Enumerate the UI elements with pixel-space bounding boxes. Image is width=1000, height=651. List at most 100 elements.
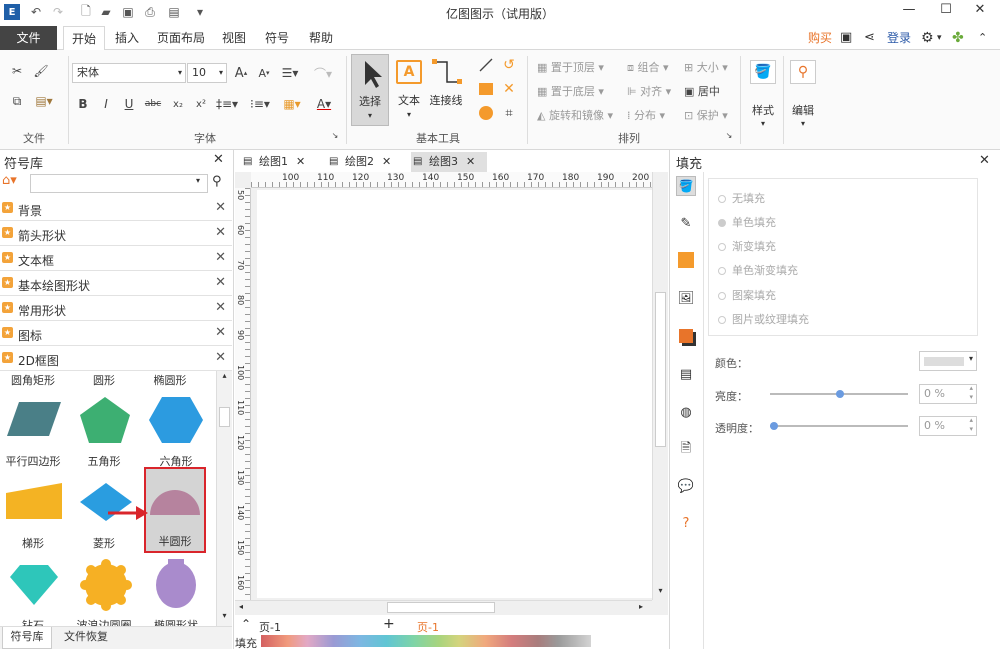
menu-home[interactable]: 开始 [63, 26, 106, 51]
brightness-slider-handle[interactable] [836, 390, 844, 398]
distribute-button[interactable]: ⁞ 分布 ▾ [627, 107, 665, 123]
close-icon[interactable]: ✕ [215, 300, 226, 315]
page-up-icon[interactable]: ⌃ [241, 617, 251, 631]
library-item-icons[interactable]: ★ 图标 ✕ [0, 322, 232, 346]
fill-option-texture[interactable]: 图片或纹理填充 [718, 311, 809, 327]
menu-help[interactable]: 帮助 [309, 26, 333, 50]
center-button[interactable]: ▣ 居中 [684, 83, 720, 99]
line-spacing-icon[interactable]: ⌒▾ [310, 63, 336, 83]
scroll-left-icon[interactable]: ◂ [239, 602, 243, 611]
bold-icon[interactable]: B [76, 95, 90, 113]
cross-tool-icon[interactable]: ✕ [500, 80, 518, 98]
curve-tool-icon[interactable]: ↺ [500, 56, 518, 74]
rotate-mirror-button[interactable]: ◭ 旋转和镜像 ▾ [537, 107, 613, 123]
bullet-list-icon[interactable]: ⁝≡▾ [248, 95, 272, 113]
menu-view[interactable]: 视图 [222, 26, 246, 50]
close-window-button[interactable]: ✕ [966, 2, 994, 22]
copy-icon[interactable]: ⧉ [8, 92, 26, 110]
close-fill-panel-icon[interactable]: ✕ [979, 153, 990, 168]
text-direction-icon[interactable]: ‡≡▾ [216, 95, 238, 113]
image-tab-icon[interactable]: 🖼 [676, 288, 696, 308]
connector-tool-button[interactable]: 连接线 [427, 54, 465, 126]
paste-icon[interactable]: ▤▾ [32, 92, 56, 110]
shape-hexagon[interactable] [148, 395, 204, 445]
canvas-vscroll-thumb[interactable] [655, 292, 666, 447]
shape-trapezoid[interactable] [4, 481, 64, 523]
fill-option-none[interactable]: 无填充 [718, 190, 765, 206]
protect-button[interactable]: ⊡ 保护 ▾ [684, 107, 728, 123]
canvas-hscrollbar[interactable]: ◂ ▸ [235, 600, 652, 614]
library-item-2d-blocks[interactable]: ★ 2D框图 ✕ [0, 347, 232, 371]
tab-symbol-library[interactable]: 符号库 [2, 627, 52, 649]
scroll-down-icon[interactable]: ▾ [217, 611, 232, 625]
shrink-font-icon[interactable]: A ▾ [255, 63, 273, 83]
close-icon[interactable]: ✕ [215, 350, 226, 365]
spinner-icon[interactable]: ▴ ▾ [969, 384, 973, 402]
tab-drawing3[interactable]: ▤ 绘图3 ✕ [411, 152, 488, 172]
shape-wavy-circle[interactable] [80, 559, 132, 611]
ellipse-tool-icon[interactable] [477, 104, 495, 122]
send-to-back-button[interactable]: ▦ 置于底层 ▾ [537, 83, 604, 99]
color-picker[interactable]: ▾ [919, 351, 977, 371]
page-properties-tab-icon[interactable]: ▤ [676, 364, 696, 384]
add-page-icon[interactable]: + [383, 616, 395, 632]
grow-font-icon[interactable]: A ▴ [232, 63, 250, 83]
close-icon[interactable]: ✕ [215, 250, 226, 265]
share-icon[interactable]: ⋖ [864, 26, 875, 50]
bring-to-front-button[interactable]: ▦ 置于顶层 ▾ [537, 59, 604, 75]
close-icon[interactable]: ✕ [215, 200, 226, 215]
maximize-button[interactable]: ☐ [932, 2, 960, 22]
fill-option-solid[interactable]: 单色填充 [718, 214, 776, 230]
login-link[interactable]: 登录 [887, 26, 911, 50]
align-text-icon[interactable]: ☰▾ [280, 63, 300, 83]
fill-tab-icon[interactable]: 🪣 [676, 176, 696, 196]
close-icon[interactable]: ✕ [382, 155, 391, 168]
menu-symbol[interactable]: 符号 [265, 26, 289, 50]
align-button[interactable]: ⊫ 对齐 ▾ [627, 83, 671, 99]
shape-parallelogram[interactable] [5, 398, 63, 442]
format-painter-icon[interactable]: 🖌 [32, 62, 50, 80]
style-button[interactable]: 🪣 样式 ▾ [746, 56, 780, 132]
spinner-icon[interactable]: ▴ ▾ [969, 416, 973, 434]
strikethrough-icon[interactable]: abc [144, 95, 162, 113]
globe-tab-icon[interactable]: ◍ [676, 402, 696, 422]
library-home-icon[interactable]: ⌂▾ [2, 173, 26, 193]
crop-tool-icon[interactable]: ⌗ [500, 104, 518, 122]
canvas-hscroll-thumb[interactable] [387, 602, 495, 613]
scroll-right-icon[interactable]: ▸ [639, 602, 643, 611]
select-tool-button[interactable]: 选择 ▾ [351, 54, 389, 126]
ribbon-collapse-icon[interactable]: ⌃ [978, 26, 987, 50]
underline-icon[interactable]: U [122, 95, 136, 113]
color-block-tab-icon[interactable] [676, 250, 696, 270]
library-item-background[interactable]: ★ 背景 ✕ [0, 197, 232, 221]
highlight-color-icon[interactable]: ▦▾ [280, 95, 304, 113]
library-scrollbar[interactable]: ▴ ▾ [216, 371, 232, 626]
superscript-icon[interactable]: x² [193, 95, 209, 113]
scroll-up-icon[interactable]: ▴ [217, 371, 232, 385]
brightness-input[interactable]: 0 % ▴ ▾ [919, 384, 977, 404]
fill-option-gradient[interactable]: 渐变填充 [718, 238, 776, 254]
cut-icon[interactable]: ✂ [8, 62, 26, 80]
canvas-vscrollbar[interactable]: ▾ [652, 172, 668, 600]
close-icon[interactable]: ✕ [296, 155, 305, 168]
line-tool-icon[interactable] [477, 56, 495, 74]
text-tool-button[interactable]: A 文本 ▾ [393, 54, 425, 126]
close-library-icon[interactable]: ✕ [213, 152, 224, 167]
shape-semicircle-selected[interactable]: 半圆形 [144, 467, 206, 553]
library-item-textbox[interactable]: ★ 文本框 ✕ [0, 247, 232, 271]
rectangle-tool-icon[interactable] [477, 80, 495, 98]
tab-drawing1[interactable]: ▤ 绘图1 ✕ [241, 152, 305, 172]
menu-file[interactable]: 文件 [0, 26, 57, 50]
line-tab-icon[interactable]: ✎ [676, 213, 696, 233]
close-icon[interactable]: ✕ [215, 225, 226, 240]
scroll-down-icon[interactable]: ▾ [653, 586, 668, 595]
page-selector[interactable]: 页-1 [259, 619, 281, 635]
page-tab-active[interactable]: 页-1 [417, 619, 439, 635]
document-tab-icon[interactable]: 🗎 [676, 440, 696, 460]
transparency-input[interactable]: 0 % ▴ ▾ [919, 416, 977, 436]
close-icon[interactable]: ✕ [466, 155, 475, 168]
arrange-dialog-launcher-icon[interactable]: ↘ [724, 130, 734, 140]
drawing-page[interactable] [257, 190, 652, 598]
size-button[interactable]: ⊞ 大小 ▾ [684, 59, 728, 75]
search-icon[interactable]: ⚲ [212, 174, 222, 189]
